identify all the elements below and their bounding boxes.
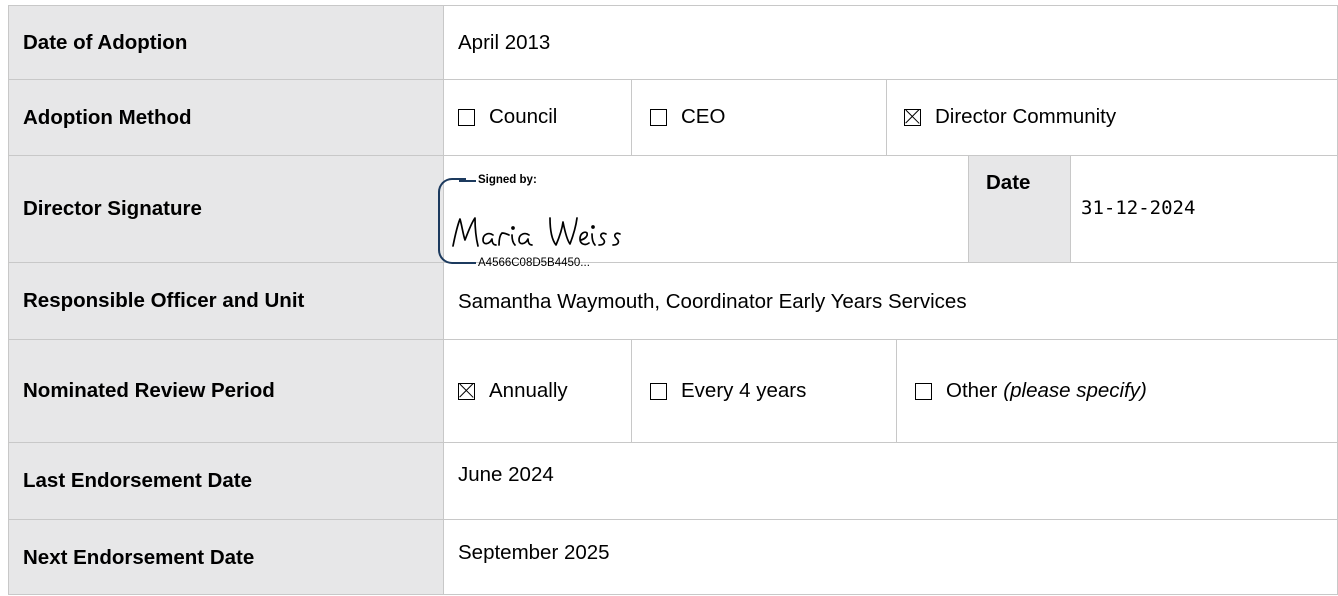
option-other[interactable]: Other (please specify) [915,379,1147,403]
checkbox-icon[interactable] [458,108,475,126]
label-cell: Director Signature [9,156,443,262]
label-cell: Adoption Method [9,80,443,155]
option-annually[interactable]: Annually [458,379,568,403]
date-label-cell: Date [969,156,1070,262]
last-endorsement-value: June 2024 [458,463,554,486]
option-label: Other [946,379,998,402]
checked-checkbox-icon[interactable] [904,108,921,126]
next-endorsement-label: Next Endorsement Date [23,545,255,569]
label-cell: Last Endorsement Date [9,443,443,519]
row-divider [8,79,1338,80]
column-divider [886,79,887,155]
envelope-id: A4566C08D5B4450... [478,257,590,269]
checkbox-icon[interactable] [650,108,667,126]
checked-checkbox-icon[interactable] [458,382,475,400]
option-label: Council [489,105,558,128]
option-label: CEO [681,105,726,128]
signature-frame-line [459,180,476,182]
signature-frame-line [459,262,476,264]
row-divider [8,155,1338,156]
last-endorsement-label: Last Endorsement Date [23,469,252,492]
handwritten-signature [452,217,621,247]
director-signature-label: Director Signature [23,197,202,220]
responsible-officer-label: Responsible Officer and Unit [23,289,305,312]
date-of-adoption-label: Date of Adoption [23,30,188,54]
label-cell: Date of Adoption [9,6,443,79]
option-label: Every 4 years [681,379,807,402]
responsible-officer-value: Samantha Waymouth, Coordinator Early Yea… [458,290,967,313]
option-council[interactable]: Council [458,105,557,129]
option-label: Annually [489,379,568,402]
option-ceo[interactable]: CEO [650,105,725,129]
option-every-4-years[interactable]: Every 4 years [650,379,806,403]
column-divider [443,5,444,595]
signed-by-caption: Signed by: [478,174,537,186]
label-cell: Responsible Officer and Unit [9,263,443,339]
review-period-label: Nominated Review Period [23,379,275,402]
column-divider [968,155,969,262]
row-divider [8,442,1338,443]
date-label: Date [986,171,1031,194]
column-divider [1070,155,1071,262]
signature-date-value: 31-12-2024 [1081,197,1196,219]
row-divider [8,5,1338,6]
column-divider [8,5,9,595]
row-divider [8,339,1338,340]
adoption-method-label: Adoption Method [23,105,192,129]
column-divider [631,79,632,155]
option-note: (please specify) [1003,379,1147,402]
column-divider [896,339,897,442]
checkbox-icon[interactable] [915,382,932,400]
row-divider [8,262,1338,263]
option-label: Director Community [935,105,1117,128]
date-of-adoption-value: April 2013 [458,31,551,54]
next-endorsement-value: September 2025 [458,541,610,564]
column-divider [631,339,632,442]
row-divider [8,594,1338,595]
label-cell: Nominated Review Period [9,340,443,442]
option-director-community[interactable]: Director Community [904,105,1116,129]
label-cell: Next Endorsement Date [9,520,443,595]
row-divider [8,519,1338,520]
checkbox-icon[interactable] [650,382,667,400]
